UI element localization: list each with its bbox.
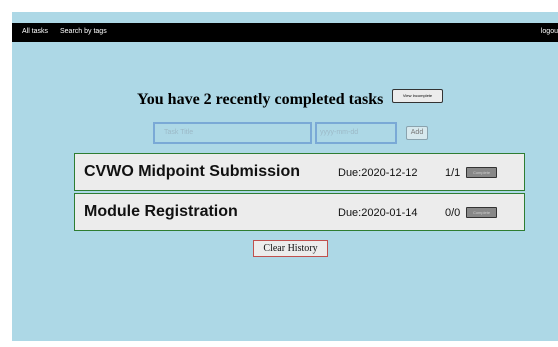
nav-search-by-tags-link[interactable]: Search by tags	[60, 28, 107, 35]
task-complete-button[interactable]: Complete	[466, 207, 497, 218]
task-title: Module Registration	[84, 203, 238, 220]
clear-history-button[interactable]: Clear History	[253, 240, 328, 257]
task-due-date: Due:2020-01-14	[338, 207, 418, 219]
task-card: Module Registration Due:2020-01-14 0/0 C…	[74, 193, 525, 231]
nav-all-tasks-link[interactable]: All tasks	[22, 28, 48, 35]
task-title: CVWO Midpoint Submission	[84, 163, 300, 180]
task-card: CVWO Midpoint Submission Due:2020-12-12 …	[74, 153, 525, 191]
task-subtask-count: 1/1	[445, 167, 461, 179]
task-title-input[interactable]: Task Title	[153, 122, 312, 144]
navbar: All tasks Search by tags logou	[12, 23, 558, 42]
add-task-button[interactable]: Add	[406, 126, 428, 140]
task-subtask-count: 0/0	[445, 207, 461, 219]
view-incomplete-button[interactable]: View Incomplete	[392, 89, 443, 103]
task-complete-button[interactable]: Complete	[466, 167, 497, 178]
app-viewport: All tasks Search by tags logou You have …	[12, 12, 558, 341]
page-title: You have 2 recently completed tasks	[137, 91, 384, 108]
due-date-input[interactable]: yyyy-mm-dd	[315, 122, 397, 144]
nav-logout-link[interactable]: logou	[541, 28, 558, 35]
task-due-date: Due:2020-12-12	[338, 167, 418, 179]
